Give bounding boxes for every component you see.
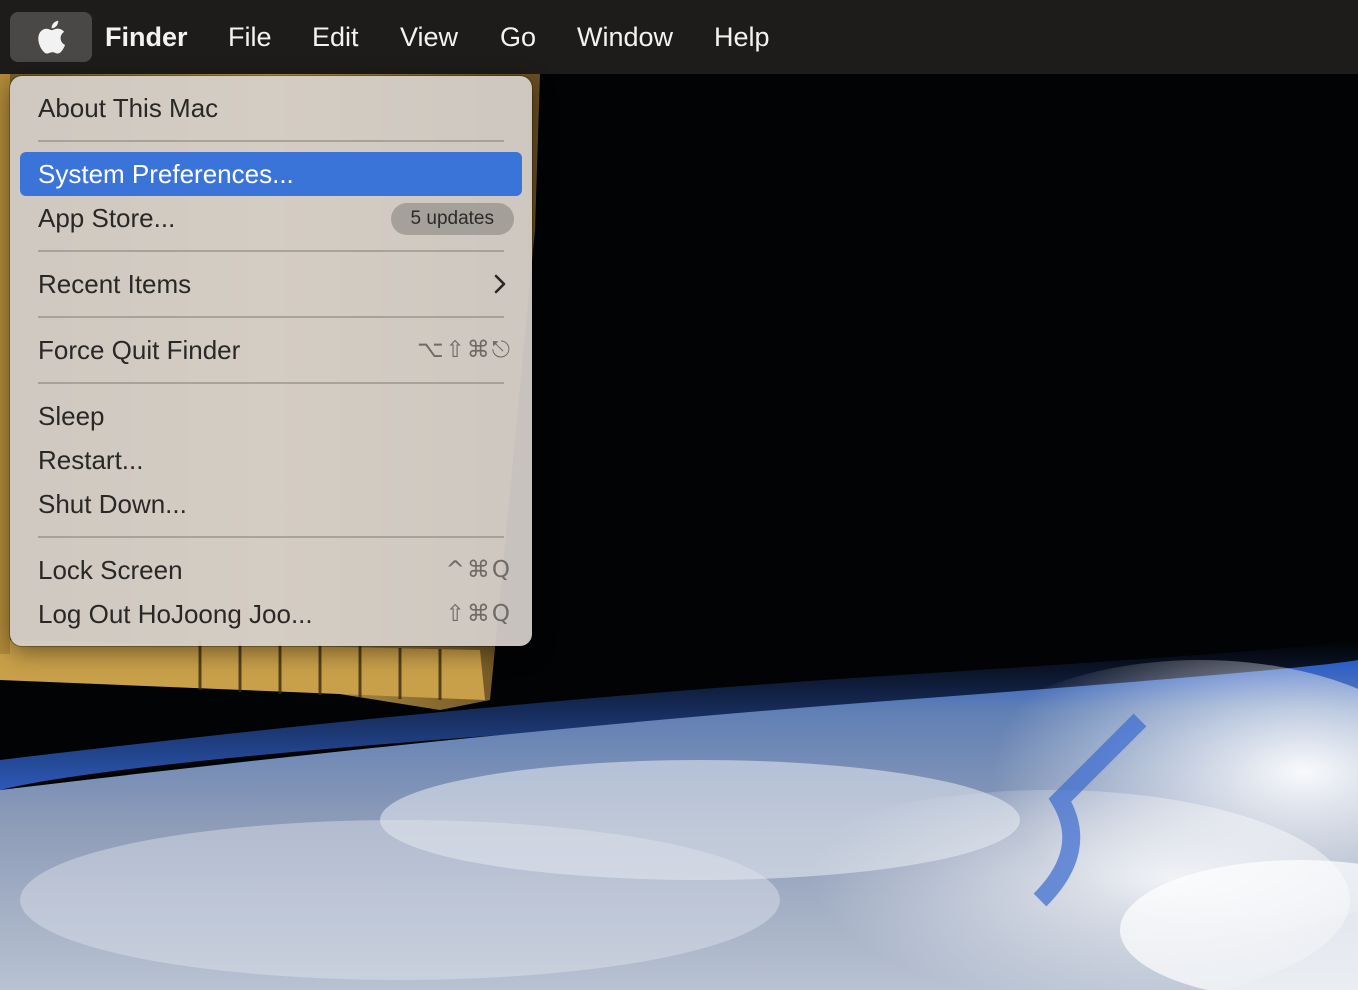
apple-logo-icon xyxy=(38,20,66,54)
menu-item-label: Recent Items xyxy=(38,269,192,299)
menu-item-app-store[interactable]: App Store... 5 updates xyxy=(20,196,522,240)
menu-item-log-out[interactable]: Log Out HoJoong Joo... ⇧⌘Q xyxy=(20,592,522,636)
menu-bar: Finder File Edit View Go Window Help xyxy=(0,0,1358,74)
menu-item-force-quit[interactable]: Force Quit Finder ⌥⇧⌘⎋ xyxy=(20,328,522,372)
menu-item-label: Log Out HoJoong Joo... xyxy=(38,599,313,629)
menu-separator xyxy=(38,316,504,318)
menu-item-label: Sleep xyxy=(38,401,105,431)
menu-view[interactable]: View xyxy=(400,20,458,54)
menu-item-label: Shut Down... xyxy=(38,489,187,519)
menu-separator xyxy=(38,382,504,384)
menu-item-label: About This Mac xyxy=(38,93,219,123)
apple-menu-button[interactable] xyxy=(10,12,92,62)
menu-separator xyxy=(38,140,504,142)
menu-file[interactable]: File xyxy=(228,20,272,54)
menu-go[interactable]: Go xyxy=(500,20,536,54)
menu-item-about-this-mac[interactable]: About This Mac xyxy=(20,86,522,130)
menu-edit[interactable]: Edit xyxy=(312,20,359,54)
menu-item-label: App Store... xyxy=(38,203,176,233)
menu-item-label: Lock Screen xyxy=(38,555,183,585)
menu-item-label: System Preferences... xyxy=(38,159,294,189)
menu-item-label: Restart... xyxy=(38,445,144,475)
menu-item-recent-items[interactable]: Recent Items xyxy=(20,262,522,306)
menu-separator xyxy=(38,536,504,538)
menu-item-label: Force Quit Finder xyxy=(38,335,241,365)
menu-item-restart[interactable]: Restart... xyxy=(20,438,522,482)
keyboard-shortcut: ⇧⌘Q xyxy=(445,601,512,627)
chevron-right-icon xyxy=(494,274,506,294)
menu-help[interactable]: Help xyxy=(714,20,770,54)
menu-separator xyxy=(38,250,504,252)
menu-item-system-preferences[interactable]: System Preferences... xyxy=(20,152,522,196)
menu-item-lock-screen[interactable]: Lock Screen ^⌘Q xyxy=(20,548,522,592)
updates-badge: 5 updates xyxy=(390,203,514,235)
menu-window[interactable]: Window xyxy=(577,20,673,54)
menu-item-shut-down[interactable]: Shut Down... xyxy=(20,482,522,526)
keyboard-shortcut: ^⌘Q xyxy=(445,557,512,583)
apple-dropdown-menu: About This Mac System Preferences... App… xyxy=(10,76,532,646)
menu-item-sleep[interactable]: Sleep xyxy=(20,394,522,438)
menu-finder[interactable]: Finder xyxy=(105,20,188,54)
keyboard-shortcut: ⌥⇧⌘⎋ xyxy=(417,337,512,363)
